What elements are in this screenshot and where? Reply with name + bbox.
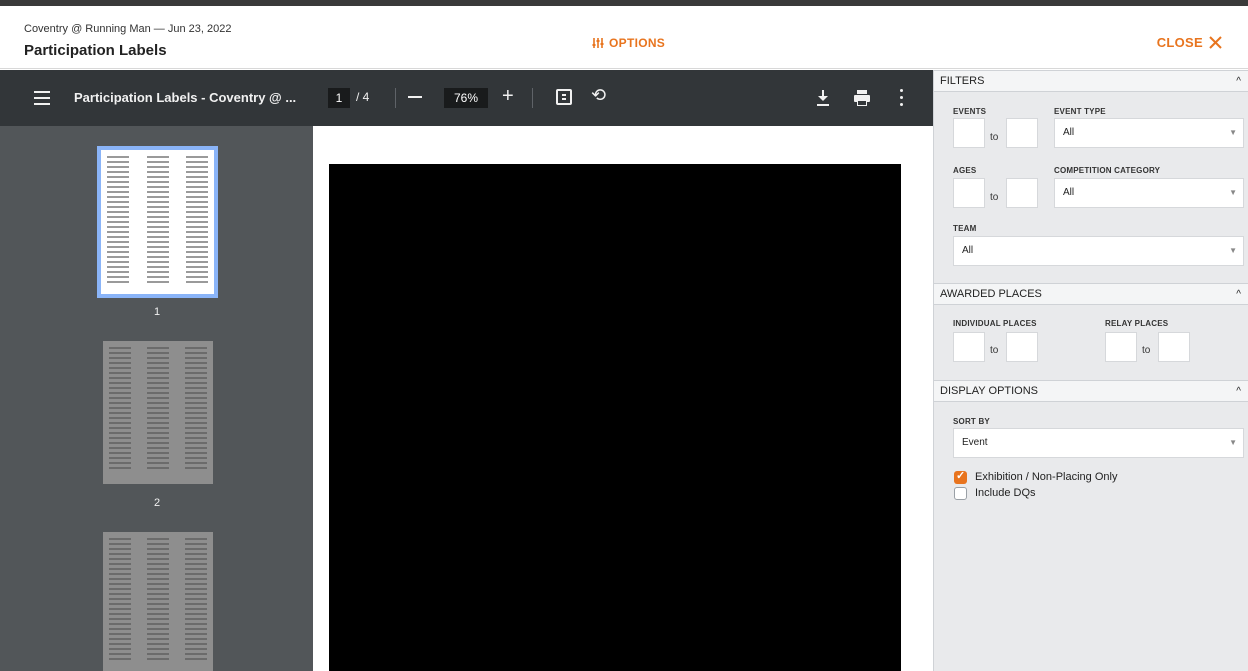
close-icon bbox=[1209, 36, 1222, 49]
download-icon[interactable] bbox=[816, 88, 830, 108]
exhibition-label: Exhibition / Non-Placing Only bbox=[975, 471, 1118, 483]
zoom-in-icon[interactable]: + bbox=[502, 86, 514, 106]
sort-by-value: Event bbox=[962, 437, 988, 448]
filters-title: FILTERS bbox=[940, 75, 985, 87]
to-label: to bbox=[990, 192, 999, 203]
chevron-down-icon: ▼ bbox=[1229, 246, 1237, 255]
rotate-icon[interactable]: ⟲ bbox=[591, 85, 606, 106]
events-to-input[interactable] bbox=[1006, 118, 1038, 148]
chevron-down-icon: ▼ bbox=[1229, 188, 1237, 197]
include-dqs-checkbox[interactable] bbox=[954, 487, 967, 500]
print-icon[interactable] bbox=[853, 89, 871, 107]
competition-category-value: All bbox=[1063, 187, 1075, 198]
event-type-value: All bbox=[1063, 127, 1075, 138]
options-label: OPTIONS bbox=[609, 36, 666, 50]
relay-places-from-input[interactable] bbox=[1105, 332, 1137, 362]
team-select[interactable]: All ▼ bbox=[953, 236, 1244, 266]
page-thumbnail-3[interactable] bbox=[103, 532, 213, 671]
competition-category-label: COMPETITION CATEGORY bbox=[1054, 166, 1161, 175]
events-label: EVENTS bbox=[953, 107, 987, 116]
individual-places-label: INDIVIDUAL PLACES bbox=[953, 319, 1037, 328]
to-label: to bbox=[1142, 345, 1151, 356]
include-dqs-label: Include DQs bbox=[975, 487, 1036, 499]
to-label: to bbox=[990, 345, 999, 356]
page-title: Participation Labels bbox=[24, 42, 167, 59]
sort-by-label: SORT BY bbox=[953, 417, 990, 426]
individual-places-from-input[interactable] bbox=[953, 332, 985, 362]
page-content-image bbox=[329, 164, 901, 671]
exhibition-checkbox[interactable] bbox=[954, 469, 967, 484]
competition-category-select[interactable]: All ▼ bbox=[1054, 178, 1244, 208]
toolbar-divider bbox=[532, 88, 533, 108]
menu-icon[interactable] bbox=[34, 91, 50, 105]
relay-places-label: RELAY PLACES bbox=[1105, 319, 1169, 328]
to-label: to bbox=[990, 132, 999, 143]
chevron-down-icon: ▼ bbox=[1229, 438, 1237, 447]
awarded-places-section-header[interactable]: AWARDED PLACES ^ bbox=[934, 283, 1248, 305]
zoom-out-icon[interactable] bbox=[408, 96, 422, 98]
relay-places-to-input[interactable] bbox=[1158, 332, 1190, 362]
team-label: TEAM bbox=[953, 224, 977, 233]
pdf-toolbar: Participation Labels - Coventry @ ... 1 … bbox=[0, 70, 933, 126]
sort-by-select[interactable]: Event ▼ bbox=[953, 428, 1244, 458]
chevron-down-icon: ▼ bbox=[1229, 128, 1237, 137]
display-options-section-header[interactable]: DISPLAY OPTIONS ^ bbox=[934, 380, 1248, 402]
event-type-label: EVENT TYPE bbox=[1054, 107, 1106, 116]
events-from-input[interactable] bbox=[953, 118, 985, 148]
chevron-up-icon[interactable]: ^ bbox=[1236, 71, 1241, 92]
zoom-input[interactable]: 76% bbox=[444, 88, 488, 108]
pdf-page bbox=[313, 126, 933, 671]
event-type-select[interactable]: All ▼ bbox=[1054, 118, 1244, 148]
pdf-document-title: Participation Labels - Coventry @ ... bbox=[74, 90, 297, 105]
chevron-up-icon[interactable]: ^ bbox=[1236, 284, 1241, 305]
display-options-title: DISPLAY OPTIONS bbox=[940, 385, 1039, 397]
sliders-icon bbox=[592, 38, 604, 48]
team-value: All bbox=[962, 245, 974, 256]
thumbnail-label: 2 bbox=[153, 497, 161, 509]
close-label: CLOSE bbox=[1156, 35, 1203, 50]
options-panel: FILTERS ^ EVENTS to EVENT TYPE All ▼ AGE… bbox=[933, 70, 1248, 671]
ages-to-input[interactable] bbox=[1006, 178, 1038, 208]
ages-from-input[interactable] bbox=[953, 178, 985, 208]
more-icon[interactable] bbox=[900, 89, 904, 107]
pdf-viewer: Participation Labels - Coventry @ ... 1 … bbox=[0, 70, 933, 671]
individual-places-to-input[interactable] bbox=[1006, 332, 1038, 362]
chevron-up-icon[interactable]: ^ bbox=[1236, 381, 1241, 402]
close-button[interactable]: CLOSE bbox=[1157, 35, 1222, 50]
page-number-input[interactable]: 1 bbox=[328, 88, 350, 108]
options-button[interactable]: OPTIONS bbox=[592, 36, 665, 50]
page-thumbnail-2[interactable] bbox=[103, 341, 213, 484]
filters-section-header[interactable]: FILTERS ^ bbox=[934, 70, 1248, 92]
meet-subtitle: Coventry @ Running Man — Jun 23, 2022 bbox=[24, 23, 232, 35]
fit-page-icon[interactable] bbox=[556, 89, 572, 105]
page-total: / 4 bbox=[356, 90, 370, 104]
ages-label: AGES bbox=[953, 166, 977, 175]
toolbar-divider bbox=[395, 88, 396, 108]
thumbnail-label: 1 bbox=[153, 306, 161, 318]
awarded-places-title: AWARDED PLACES bbox=[940, 288, 1042, 300]
header: Coventry @ Running Man — Jun 23, 2022 Pa… bbox=[0, 6, 1248, 69]
page-thumbnail-1[interactable] bbox=[97, 146, 218, 298]
